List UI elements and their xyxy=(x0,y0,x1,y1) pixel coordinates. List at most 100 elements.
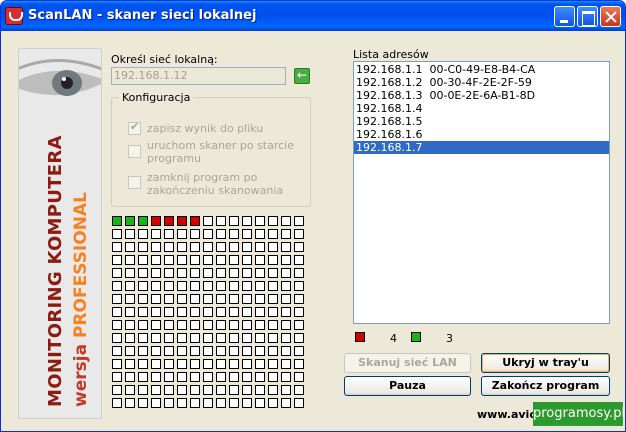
maximize-button[interactable] xyxy=(577,6,598,27)
scan-cell xyxy=(164,385,174,395)
scan-cell xyxy=(151,229,161,239)
scan-cell xyxy=(164,229,174,239)
scan-cell xyxy=(255,320,265,330)
network-label: Określ sieć lokalną: xyxy=(111,53,218,66)
minimize-button[interactable] xyxy=(554,6,575,27)
list-item[interactable]: 192.168.1.3 00-0E-2E-6A-B1-8D xyxy=(354,89,609,102)
scan-cell xyxy=(229,216,239,226)
scan-cell xyxy=(177,268,187,278)
scan-cell xyxy=(151,216,161,226)
app-icon[interactable] xyxy=(5,7,23,25)
pause-button[interactable]: Pauza xyxy=(344,376,471,396)
save-result-checkbox[interactable] xyxy=(128,120,141,135)
scan-cell xyxy=(255,294,265,304)
scan-cell xyxy=(216,268,226,278)
scan-cell xyxy=(281,333,291,343)
scan-cell xyxy=(138,385,148,395)
scan-cell xyxy=(203,372,213,382)
legend-red-count: 4 xyxy=(390,332,397,345)
network-input[interactable]: 192.168.1.12 xyxy=(111,67,286,85)
scan-cell xyxy=(268,242,278,252)
scan-cell xyxy=(216,385,226,395)
scan-cell xyxy=(138,333,148,343)
autostart-label: uruchom skaner po starcie programu xyxy=(147,139,294,165)
scan-grid xyxy=(112,216,307,411)
title-bar[interactable]: ScanLAN - skaner sieci lokalnej xyxy=(1,1,625,31)
address-list-label: Lista adresów xyxy=(353,48,429,61)
website-link[interactable]: www.avic xyxy=(477,408,536,421)
scan-cell xyxy=(190,281,200,291)
scan-cell xyxy=(125,385,135,395)
scan-cell xyxy=(255,359,265,369)
scan-cell xyxy=(190,333,200,343)
banner-version: wersja xyxy=(71,343,91,407)
list-item[interactable]: 192.168.1.1 00-C0-49-E8-B4-CA xyxy=(354,63,609,76)
scan-cell xyxy=(177,294,187,304)
scan-cell xyxy=(203,333,213,343)
scan-cell xyxy=(255,216,265,226)
scan-cell xyxy=(268,333,278,343)
scan-cell xyxy=(216,229,226,239)
scan-cell xyxy=(268,268,278,278)
scan-cell xyxy=(125,398,135,408)
close-after-scan-checkbox[interactable] xyxy=(128,176,141,189)
scan-cell xyxy=(177,372,187,382)
scan-cell xyxy=(112,281,122,291)
list-item[interactable]: 192.168.1.4 xyxy=(354,102,609,115)
scan-cell xyxy=(112,333,122,343)
scan-cell xyxy=(294,346,304,356)
scan-cell xyxy=(177,216,187,226)
scan-cell xyxy=(190,320,200,330)
scan-cell xyxy=(268,359,278,369)
scan-cell xyxy=(268,320,278,330)
autostart-checkbox[interactable] xyxy=(128,145,141,158)
scan-cell xyxy=(294,398,304,408)
scan-cell xyxy=(112,242,122,252)
scan-cell xyxy=(216,242,226,252)
scan-cell xyxy=(125,268,135,278)
list-item[interactable]: 192.168.1.7 xyxy=(354,141,609,154)
scan-cell xyxy=(242,294,252,304)
exit-program-button[interactable]: Zakończ program xyxy=(481,376,610,396)
address-list[interactable]: 192.168.1.1 00-C0-49-E8-B4-CA 192.168.1.2… xyxy=(353,61,610,324)
scan-cell xyxy=(216,398,226,408)
scan-cell xyxy=(242,333,252,343)
scan-cell xyxy=(229,385,239,395)
scan-cell xyxy=(242,307,252,317)
scan-cell xyxy=(294,320,304,330)
list-item[interactable]: 192.168.1.5 xyxy=(354,115,609,128)
scan-cell xyxy=(294,229,304,239)
scan-cell xyxy=(138,346,148,356)
scan-cell xyxy=(112,229,122,239)
scan-cell xyxy=(164,255,174,265)
scan-cell xyxy=(151,294,161,304)
scan-cell xyxy=(151,359,161,369)
arrow-left-icon[interactable]: ← xyxy=(294,68,310,84)
list-item[interactable]: 192.168.1.6 xyxy=(354,128,609,141)
scan-cell xyxy=(216,320,226,330)
scan-cell xyxy=(268,294,278,304)
scan-cell xyxy=(190,372,200,382)
scan-cell xyxy=(203,255,213,265)
scan-cell xyxy=(255,268,265,278)
scan-cell xyxy=(138,359,148,369)
scan-cell xyxy=(177,242,187,252)
scan-cell xyxy=(281,385,291,395)
scan-cell xyxy=(281,307,291,317)
scan-cell xyxy=(125,294,135,304)
scan-cell xyxy=(255,333,265,343)
scan-cell xyxy=(164,346,174,356)
scan-cell xyxy=(229,307,239,317)
scan-cell xyxy=(294,281,304,291)
scan-cell xyxy=(125,346,135,356)
scan-cell xyxy=(255,385,265,395)
scan-cell xyxy=(164,372,174,382)
scan-cell xyxy=(151,255,161,265)
scan-cell xyxy=(125,242,135,252)
close-button[interactable] xyxy=(600,6,621,27)
legend-green-count: 3 xyxy=(446,332,453,345)
scan-lan-button[interactable]: Skanuj sieć LAN xyxy=(344,353,471,373)
list-item[interactable]: 192.168.1.2 00-30-4F-2E-2F-59 xyxy=(354,76,609,89)
save-result-label: zapisz wynik do pliku xyxy=(147,122,264,135)
hide-to-tray-button[interactable]: Ukryj w tray'u xyxy=(481,353,610,373)
